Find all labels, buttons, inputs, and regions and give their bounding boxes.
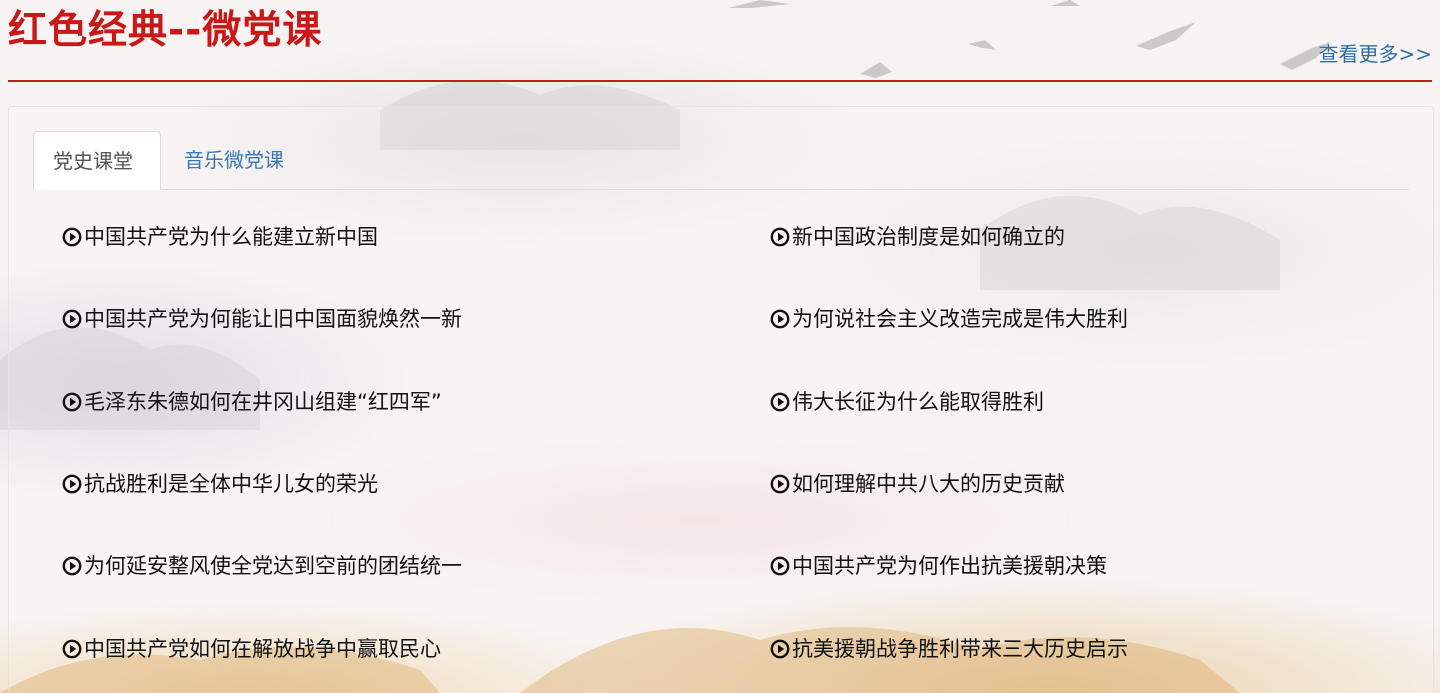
play-circle-icon [62,556,82,576]
lesson-item[interactable]: 如何理解中共八大的历史贡献 [770,466,1065,502]
lesson-item[interactable]: 新中国政治制度是如何确立的 [770,219,1065,255]
lesson-item[interactable]: 为何延安整风使全党达到空前的团结统一 [62,548,462,584]
tab-party-history[interactable]: 党史课堂 [33,131,161,190]
lesson-title: 抗美援朝战争胜利带来三大历史启示 [792,637,1128,661]
lesson-title: 新中国政治制度是如何确立的 [792,225,1065,249]
page-title: 红色经典--微党课 [8,8,323,53]
lesson-item[interactable]: 中国共产党为何作出抗美援朝决策 [770,548,1107,584]
lesson-title: 如何理解中共八大的历史贡献 [792,472,1065,496]
tab-bar: 党史课堂 音乐微党课 [33,131,1409,190]
lesson-item[interactable]: 中国共产党为何能让旧中国面貌焕然一新 [62,301,462,337]
lesson-item[interactable]: 伟大长征为什么能取得胜利 [770,384,1044,420]
lesson-title: 伟大长征为什么能取得胜利 [792,390,1044,414]
lesson-title: 为何延安整风使全党达到空前的团结统一 [84,554,462,578]
play-circle-icon [770,639,790,659]
view-more-link[interactable]: 查看更多>> [1318,40,1432,68]
play-circle-icon [62,392,82,412]
play-circle-icon [770,474,790,494]
lesson-title: 中国共产党如何在解放战争中赢取民心 [84,637,441,661]
lesson-item[interactable]: 抗战胜利是全体中华儿女的荣光 [62,466,378,502]
play-circle-icon [62,474,82,494]
lesson-title: 中国共产党为何作出抗美援朝决策 [792,554,1107,578]
lesson-item[interactable]: 为何说社会主义改造完成是伟大胜利 [770,301,1128,337]
section-header: 红色经典--微党课 查看更多>> [8,0,1432,82]
lesson-title: 抗战胜利是全体中华儿女的荣光 [84,472,378,496]
lesson-title: 中国共产党为何能让旧中国面貌焕然一新 [84,307,462,331]
tab-music-lesson[interactable]: 音乐微党课 [165,131,303,189]
play-circle-icon [770,556,790,576]
lesson-item[interactable]: 中国共产党为什么能建立新中国 [62,219,378,255]
lesson-item[interactable]: 毛泽东朱德如何在井冈山组建“红四军” [62,384,442,420]
play-circle-icon [62,227,82,247]
play-circle-icon [62,309,82,329]
play-circle-icon [770,227,790,247]
lesson-title: 中国共产党为什么能建立新中国 [84,225,378,249]
play-circle-icon [770,392,790,412]
play-circle-icon [62,639,82,659]
lesson-title: 为何说社会主义改造完成是伟大胜利 [792,307,1128,331]
lesson-item[interactable]: 中国共产党如何在解放战争中赢取民心 [62,631,441,667]
lesson-item[interactable]: 抗美援朝战争胜利带来三大历史启示 [770,631,1128,667]
play-circle-icon [770,309,790,329]
lesson-title: 毛泽东朱德如何在井冈山组建“红四军” [84,390,442,414]
